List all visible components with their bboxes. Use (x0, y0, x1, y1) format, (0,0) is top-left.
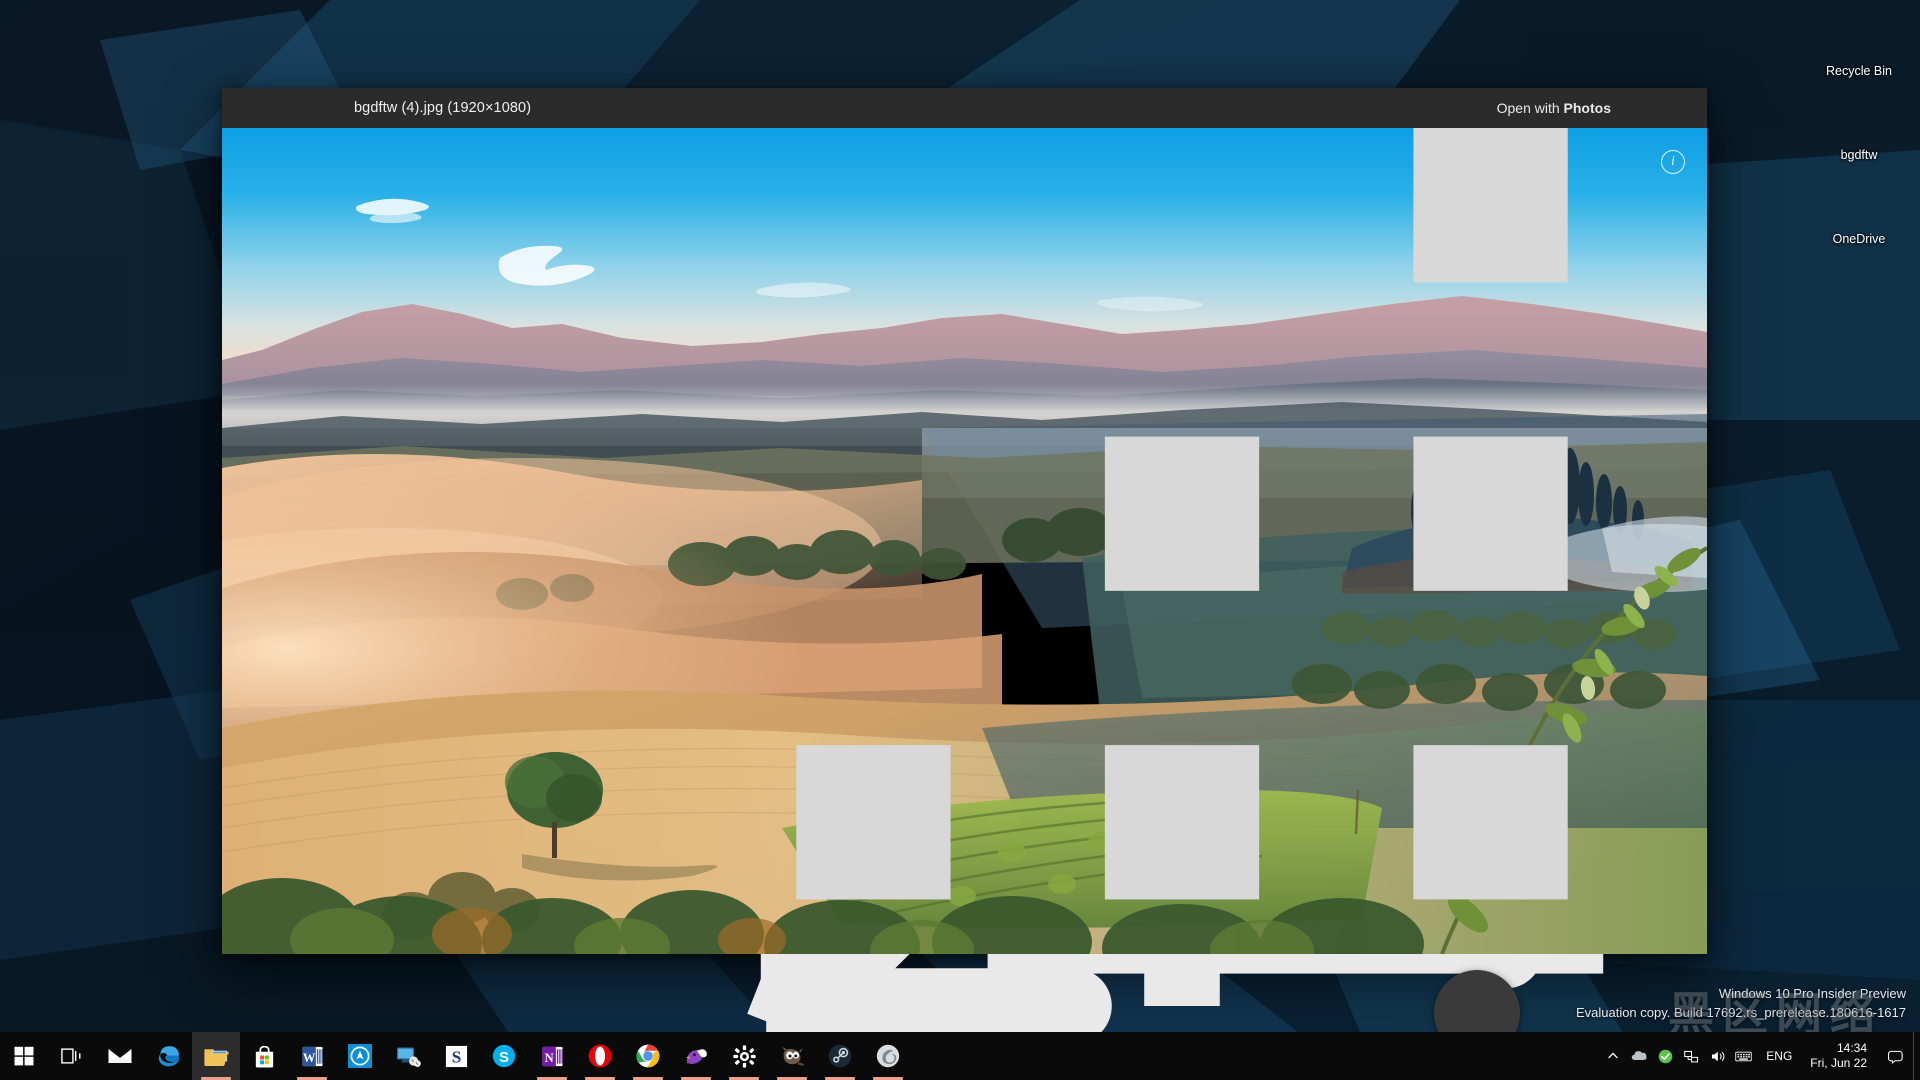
keyboard-tray-icon[interactable] (1730, 1032, 1756, 1080)
task-view-button[interactable] (48, 1032, 96, 1080)
volume-tray-icon[interactable] (1704, 1032, 1730, 1080)
taskbar-item-grey-swirl-app[interactable] (864, 1032, 912, 1080)
taskbar-item-word[interactable]: W (288, 1032, 336, 1080)
taskbar-item-purple-bird-app[interactable] (672, 1032, 720, 1080)
taskbar-item-sublime-text[interactable]: S (432, 1032, 480, 1080)
taskbar-item-file-explorer[interactable] (192, 1032, 240, 1080)
close-icon[interactable] (821, 88, 1707, 989)
taskbar-item-chrome[interactable] (624, 1032, 672, 1080)
photo-viewer-window[interactable]: bgdftw (4).jpg (1920×1080) Open with Pho… (222, 88, 1707, 1044)
recycle-bin-icon (1835, 12, 1883, 60)
taskbar-item-steam[interactable] (816, 1032, 864, 1080)
taskbar-item-settings[interactable] (720, 1032, 768, 1080)
desktop[interactable]: Recycle Bin bgdftw OneDrive bgdftw (4).j… (0, 0, 1920, 1080)
taskbar-item-blue-circle-app[interactable] (336, 1032, 384, 1080)
window-titlebar[interactable]: bgdftw (4).jpg (1920×1080) Open with Pho… (222, 88, 1707, 1044)
show-desktop-button[interactable] (1913, 1032, 1920, 1080)
resize-grip[interactable] (222, 128, 1707, 954)
taskbar-item-onenote[interactable]: N (528, 1032, 576, 1080)
network-tray-icon[interactable] (1678, 1032, 1704, 1080)
start-button[interactable] (0, 1032, 48, 1080)
system-tray[interactable]: ENG 14:34 Fri, Jun 22 (1600, 1032, 1920, 1080)
taskbar[interactable]: W S S N ENG 14:34 Fri, Jun 22 (0, 1032, 1920, 1080)
taskbar-item-opera[interactable] (576, 1032, 624, 1080)
taskbar-item-skype[interactable]: S (480, 1032, 528, 1080)
clock-date: Fri, Jun 22 (1810, 1056, 1867, 1070)
svg-text:N: N (544, 1050, 553, 1064)
taskbar-item-microsoft-store[interactable] (240, 1032, 288, 1080)
taskbar-item-mail[interactable] (96, 1032, 144, 1080)
onedrive-tray-icon[interactable] (1626, 1032, 1652, 1080)
green-check-tray-icon[interactable] (1652, 1032, 1678, 1080)
taskbar-item-gimp[interactable] (768, 1032, 816, 1080)
image-canvas[interactable]: i (222, 128, 1707, 954)
action-center-icon[interactable] (1879, 1032, 1913, 1080)
clock[interactable]: 14:34 Fri, Jun 22 (1802, 1032, 1879, 1080)
taskbar-item-edge[interactable] (144, 1032, 192, 1080)
desktop-icon-recycle-bin[interactable]: Recycle Bin (1804, 8, 1914, 90)
taskbar-item-remote-desktop[interactable] (384, 1032, 432, 1080)
clock-time: 14:34 (1836, 1041, 1867, 1055)
svg-text:S: S (499, 1049, 509, 1066)
svg-text:W: W (302, 1050, 315, 1064)
svg-text:S: S (451, 1047, 461, 1066)
language-indicator[interactable]: ENG (1756, 1032, 1802, 1080)
show-hidden-icons-chevron-icon[interactable] (1600, 1032, 1626, 1080)
